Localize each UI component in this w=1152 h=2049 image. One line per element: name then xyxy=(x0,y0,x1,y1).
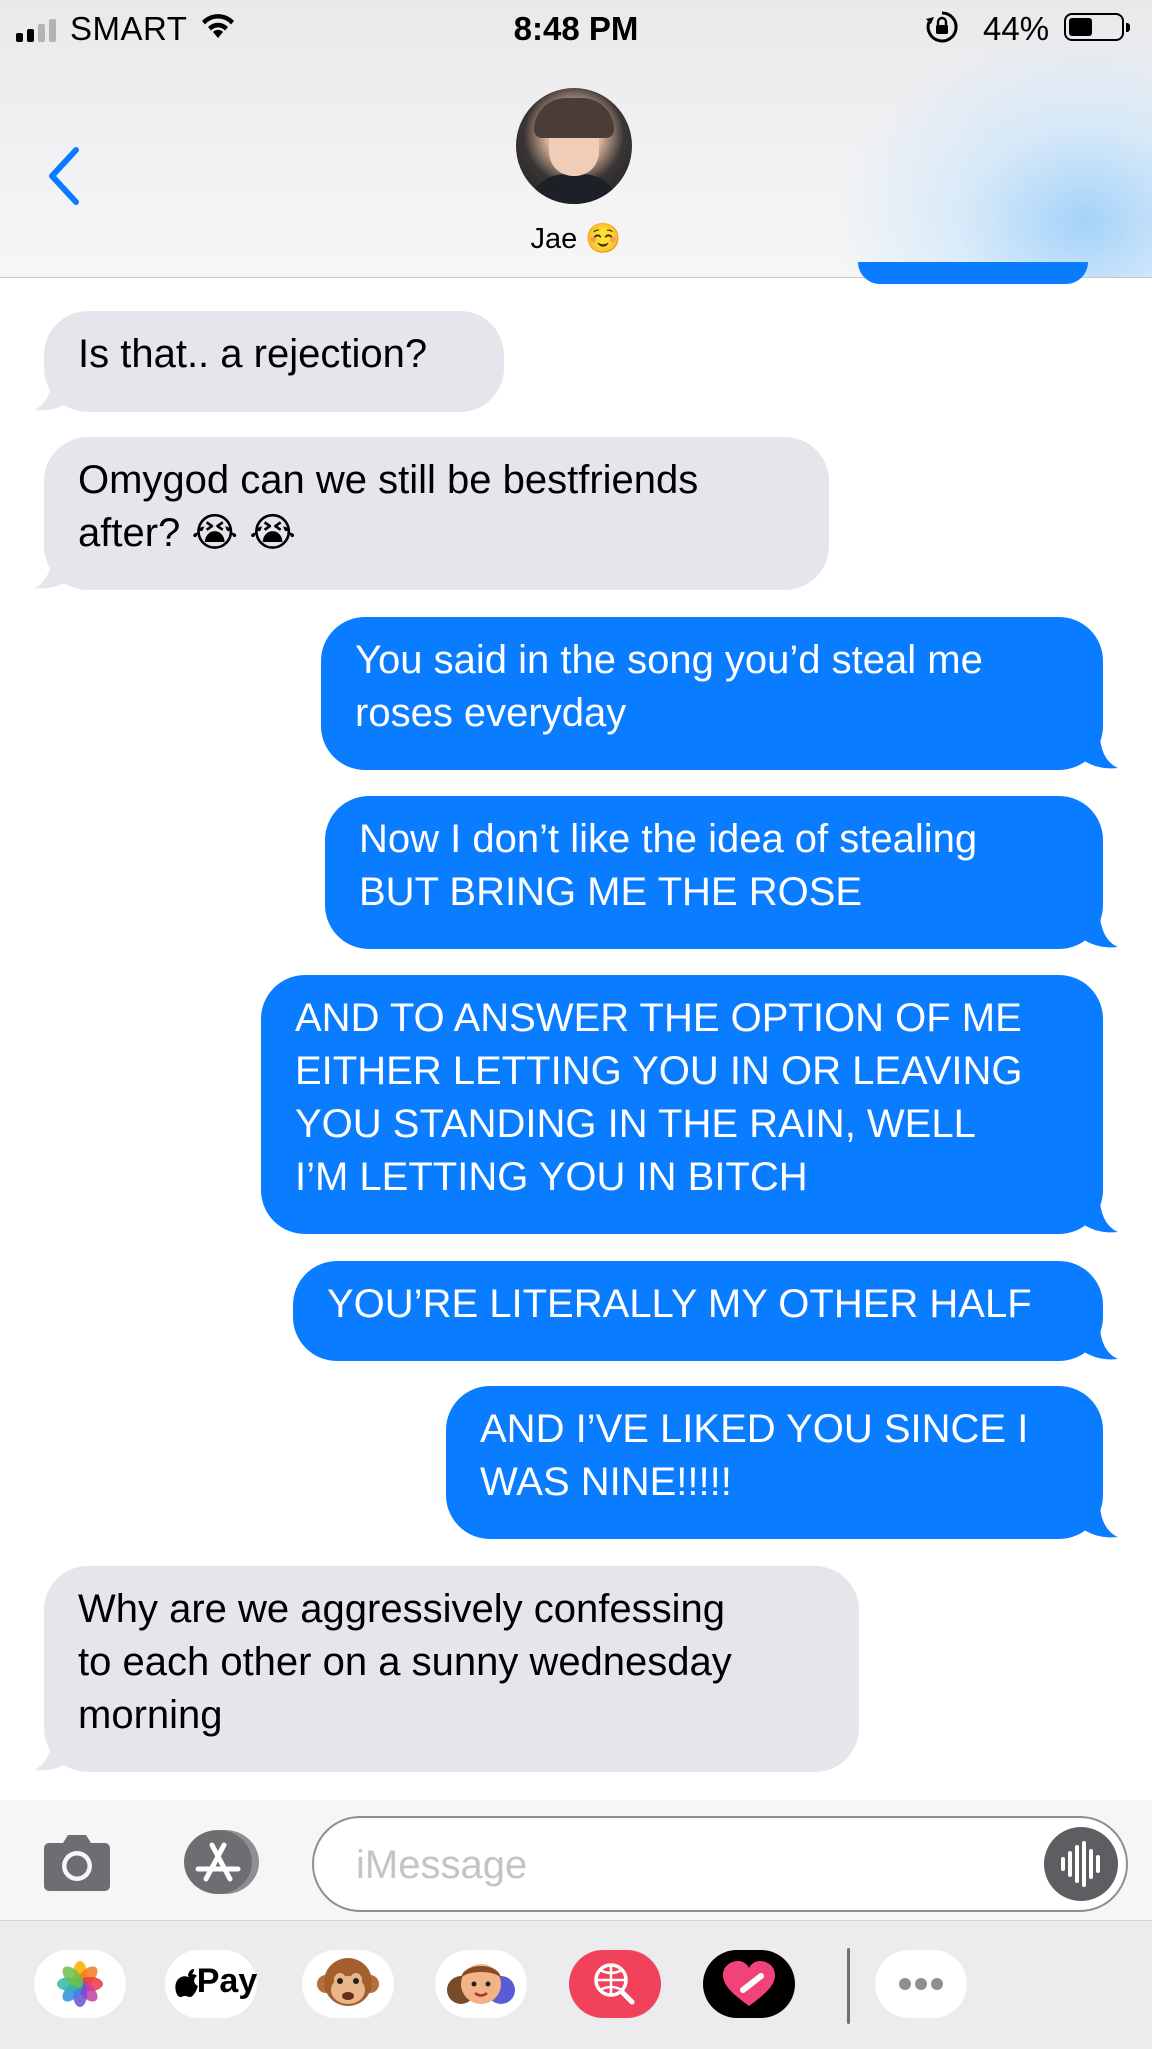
bubble-tail xyxy=(1080,1198,1118,1233)
message-bubble-outgoing[interactable]: AND I’VE LIKED YOU SINCE I WAS NINE!!!!! xyxy=(446,1386,1103,1539)
message-input[interactable]: iMessage xyxy=(312,1816,1128,1912)
message-input-placeholder: iMessage xyxy=(356,1843,528,1887)
photos-icon xyxy=(57,1961,103,2007)
monkey-animoji-icon xyxy=(317,1958,379,2006)
message-text-line: AND TO ANSWER THE OPTION OF ME xyxy=(295,996,1022,1040)
message-text-line: morning xyxy=(78,1693,223,1737)
heart-icon xyxy=(723,1961,775,2006)
battery-percent: 44% xyxy=(983,10,1050,47)
contact-avatar[interactable] xyxy=(516,88,632,204)
audio-message-button[interactable] xyxy=(1044,1827,1118,1901)
message-text-line: to each other on a sunny wednesday xyxy=(78,1640,732,1684)
message-bubble-outgoing[interactable]: AND TO ANSWER THE OPTION OF ME EITHER LE… xyxy=(261,975,1103,1234)
message-bubble-incoming[interactable]: Why are we aggressively confessing to ea… xyxy=(44,1566,859,1772)
camera-icon[interactable] xyxy=(43,1831,111,1893)
status-bar: SMART 8:48 PM 44% xyxy=(0,0,1152,60)
memoji-stickers-icon xyxy=(447,1964,515,2004)
digital-touch-app-button[interactable] xyxy=(703,1950,795,2018)
web-images-app-button[interactable] xyxy=(569,1950,661,2018)
message-text: YOU’RE LITERALLY MY OTHER HALF xyxy=(327,1282,1032,1326)
message-bubble-outgoing[interactable]: YOU’RE LITERALLY MY OTHER HALF xyxy=(293,1261,1103,1361)
more-dots-icon xyxy=(899,1978,943,1990)
battery-icon xyxy=(1064,13,1130,41)
bubble-tail xyxy=(1080,1503,1118,1538)
memoji-app-button[interactable] xyxy=(435,1950,527,2018)
bubble-tail xyxy=(1080,913,1118,948)
message-text-line: I’M LETTING YOU IN BITCH xyxy=(295,1155,808,1199)
photos-app-button[interactable] xyxy=(34,1950,126,2018)
back-chevron-icon[interactable] xyxy=(44,146,84,206)
message-text-line: AND I’VE LIKED YOU SINCE I xyxy=(480,1407,1029,1451)
apple-pay-label: Pay xyxy=(196,1962,258,2000)
partial-message-bubble xyxy=(858,262,1088,284)
message-text: Is that.. a rejection? xyxy=(78,332,428,376)
more-apps-button[interactable] xyxy=(875,1950,967,2018)
bubble-tail xyxy=(1080,1325,1118,1360)
message-bubble-outgoing[interactable]: You said in the song you’d steal me rose… xyxy=(321,617,1103,770)
bubble-tail xyxy=(34,376,72,411)
animoji-app-button[interactable] xyxy=(302,1950,394,2018)
battery-level-fill xyxy=(1069,18,1092,36)
bubble-tail xyxy=(1080,734,1118,769)
message-text-line: Now I don’t like the idea of stealing xyxy=(359,817,978,861)
orientation-lock-icon xyxy=(926,11,958,43)
message-text-line: WAS NINE!!!!! xyxy=(480,1460,732,1504)
app-store-icon[interactable] xyxy=(176,1829,262,1895)
message-text-line: You said in the song you’d steal me xyxy=(355,638,983,682)
message-text-line: YOU STANDING IN THE RAIN, WELL xyxy=(295,1102,976,1146)
contact-name[interactable]: Jae ☺️ xyxy=(0,222,1152,256)
message-bubble-outgoing[interactable]: Now I don’t like the idea of stealing BU… xyxy=(325,796,1103,949)
message-text-line: EITHER LETTING YOU IN OR LEAVING xyxy=(295,1049,1023,1093)
message-text-line: Omygod can we still be bestfriends xyxy=(78,458,699,502)
message-bubble-incoming[interactable]: Is that.. a rejection? xyxy=(44,311,504,412)
message-text-line: Why are we aggressively confessing xyxy=(78,1587,725,1631)
apple-pay-app-button[interactable]: Pay xyxy=(165,1950,257,2018)
bubble-tail xyxy=(34,1736,72,1771)
app-drawer-divider xyxy=(847,1948,850,2024)
message-text-line: roses everyday xyxy=(355,691,627,735)
waveform-icon xyxy=(1061,1841,1100,1887)
message-text-line: after? 😭 😭 xyxy=(78,511,296,555)
clock: 8:48 PM xyxy=(513,10,639,47)
globe-search-icon xyxy=(594,1963,635,2005)
bubble-tail xyxy=(34,554,72,589)
message-bubble-incoming[interactable]: Omygod can we still be bestfriends after… xyxy=(44,437,829,590)
message-text-line: BUT BRING ME THE ROSE xyxy=(359,870,863,914)
